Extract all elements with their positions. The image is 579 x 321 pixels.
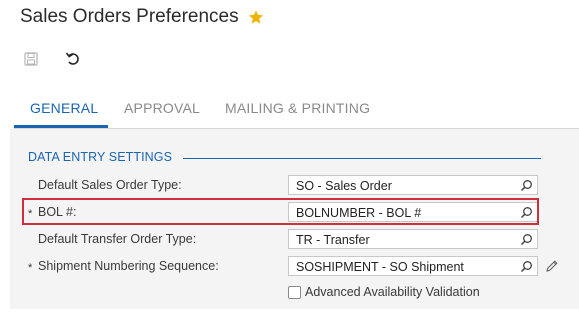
field-value: TR - Transfer <box>296 233 370 247</box>
default-transfer-order-type-field[interactable]: TR - Transfer <box>288 229 538 249</box>
tab-approval[interactable]: APPROVAL <box>124 100 200 116</box>
toolbar <box>22 50 106 68</box>
default-transfer-order-type-label: Default Transfer Order Type: <box>38 232 197 246</box>
field-value: SO - Sales Order <box>296 179 392 193</box>
section-title: DATA ENTRY SETTINGS <box>28 150 173 164</box>
tab-general[interactable]: GENERAL <box>30 100 98 116</box>
section-divider <box>183 158 541 159</box>
field-value: SOSHIPMENT - SO Shipment <box>296 260 464 274</box>
search-icon[interactable] <box>520 260 533 273</box>
default-sales-order-type-label: Default Sales Order Type: <box>38 178 182 192</box>
advanced-availability-validation-label[interactable]: Advanced Availability Validation <box>305 285 480 299</box>
default-sales-order-type-field[interactable]: SO - Sales Order <box>288 175 538 195</box>
shipment-numbering-sequence-field[interactable]: SOSHIPMENT - SO Shipment <box>288 256 538 276</box>
undo-icon <box>65 52 79 65</box>
save-button[interactable] <box>22 50 40 68</box>
search-icon[interactable] <box>520 233 533 246</box>
search-icon[interactable] <box>520 179 533 192</box>
shipment-numbering-sequence-label: Shipment Numbering Sequence: <box>38 259 219 273</box>
advanced-availability-validation-checkbox[interactable] <box>288 286 301 299</box>
title-bar: Sales Orders Preferences <box>20 6 264 28</box>
required-marker: * <box>28 262 33 274</box>
tab-mailing-printing[interactable]: MAILING & PRINTING <box>225 100 370 116</box>
tab-bar: GENERAL APPROVAL MAILING & PRINTING <box>14 96 579 129</box>
page-title: Sales Orders Preferences <box>20 6 239 27</box>
undo-button[interactable] <box>64 50 82 68</box>
active-tab-indicator <box>14 125 108 128</box>
save-icon <box>24 52 38 66</box>
edit-pencil-icon[interactable] <box>545 259 559 273</box>
highlight-box <box>22 198 539 225</box>
favorite-star-icon[interactable] <box>248 9 264 25</box>
